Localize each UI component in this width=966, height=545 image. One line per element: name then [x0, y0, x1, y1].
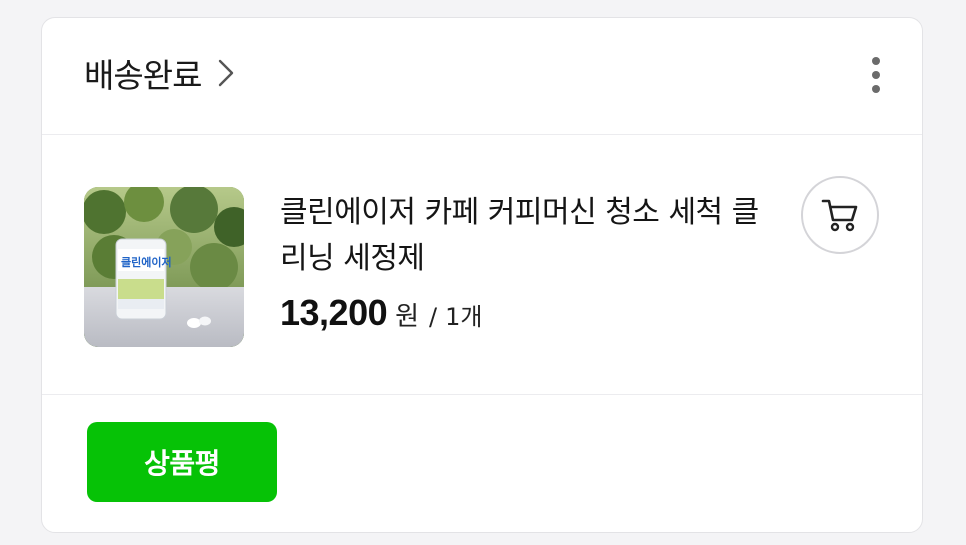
- product-info: 클린에이저 카페 커피머신 청소 세척 클리닝 세정제 13,200 원 / 1…: [280, 190, 780, 334]
- product-price: 13,200: [280, 292, 388, 333]
- price-row: 13,200 원 / 1개: [280, 292, 780, 334]
- order-card-footer: 상품평: [42, 395, 922, 534]
- product-quantity: 1개: [445, 303, 483, 331]
- thumbnail-brand-text: 클린에이저: [121, 255, 172, 269]
- more-options-button[interactable]: [866, 56, 886, 96]
- price-separator: /: [429, 303, 438, 331]
- order-card-header: 배송완료: [42, 18, 922, 135]
- order-item: 클린에이저 클린에이저 카페 커피머신 청소 세척 클리닝 세정제 13,200…: [42, 135, 922, 395]
- delivery-status-link[interactable]: 배송완료: [84, 52, 237, 95]
- more-vertical-icon: [872, 57, 880, 93]
- delivery-status-label: 배송완료: [84, 56, 202, 95]
- cart-icon: [821, 199, 858, 232]
- write-review-button[interactable]: 상품평: [87, 422, 277, 502]
- product-thumbnail[interactable]: 클린에이저: [84, 187, 244, 347]
- order-card: 배송완료 클린에이저 클린에이저 카페 커피머신 청소 세척 클리닝 세정제 1…: [41, 17, 923, 533]
- product-title[interactable]: 클린에이저 카페 커피머신 청소 세척 클리닝 세정제: [280, 190, 780, 282]
- chevron-right-icon: [215, 58, 237, 88]
- add-to-cart-button[interactable]: [801, 176, 879, 254]
- currency-unit: 원: [395, 302, 420, 332]
